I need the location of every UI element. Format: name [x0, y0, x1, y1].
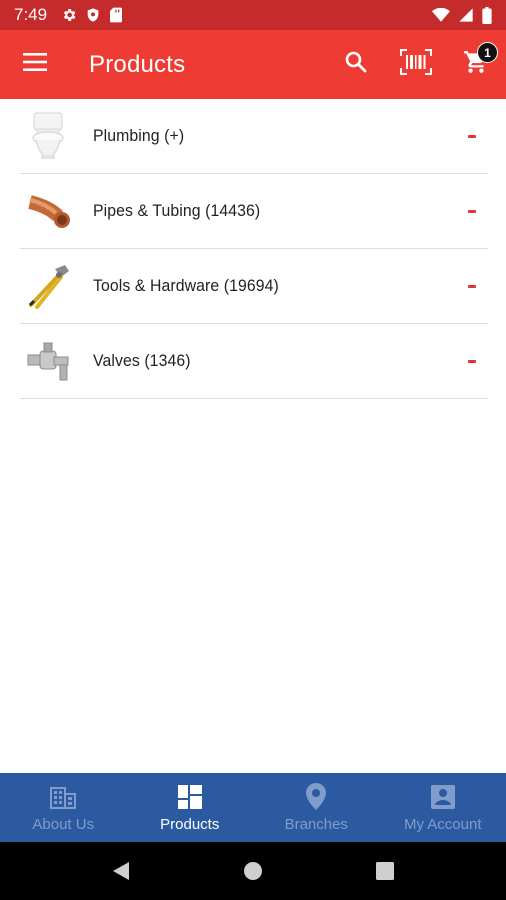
barcode-scan-icon: [400, 49, 432, 80]
menu-button[interactable]: [0, 30, 70, 99]
status-bar: 7:49: [0, 0, 506, 30]
location-pin-icon: [306, 783, 327, 811]
category-row-valves[interactable]: Valves (1346): [20, 324, 488, 399]
cart-button[interactable]: 1: [446, 30, 506, 99]
app-bar-actions: 1: [326, 30, 506, 99]
page-title: Products: [89, 50, 186, 78]
shield-icon: [85, 7, 101, 23]
nav-branches[interactable]: Branches: [253, 773, 380, 842]
account-box-icon: [430, 783, 455, 811]
chevron-right-icon: [468, 284, 476, 288]
pliers-thumbnail: [20, 258, 76, 314]
app-bar: Products 1: [0, 30, 506, 99]
nav-my-account[interactable]: My Account: [380, 773, 506, 842]
category-label: Tools & Hardware (19694): [93, 276, 279, 295]
sd-card-icon: [109, 7, 123, 23]
building-icon: [50, 783, 77, 811]
barcode-scan-button[interactable]: [386, 30, 446, 99]
status-right-icons: [432, 6, 492, 24]
signal-icon: [458, 7, 474, 23]
hamburger-icon: [23, 53, 47, 76]
dashboard-icon: [177, 783, 202, 811]
nav-label: Branches: [284, 815, 348, 833]
category-row-plumbing[interactable]: Plumbing (+): [20, 99, 488, 174]
nav-label: My Account: [403, 815, 482, 833]
cart-count-badge: 1: [477, 42, 498, 63]
back-icon[interactable]: [109, 859, 133, 883]
bottom-navigation: About Us Products Branches My Account: [0, 773, 506, 842]
chevron-right-icon: [468, 209, 476, 213]
nav-label: Products: [160, 815, 220, 833]
category-row-tools-hardware[interactable]: Tools & Hardware (19694): [20, 249, 488, 324]
category-row-pipes-tubing[interactable]: Pipes & Tubing (14436): [20, 174, 488, 249]
home-icon[interactable]: [241, 859, 265, 883]
recents-icon[interactable]: [373, 859, 397, 883]
category-label: Pipes & Tubing (14436): [93, 201, 261, 220]
search-button[interactable]: [326, 30, 386, 99]
status-left-icons: [61, 7, 123, 23]
nav-about-us[interactable]: About Us: [0, 773, 127, 842]
valve-thumbnail: [20, 333, 76, 389]
wifi-icon: [432, 8, 450, 22]
nav-label: About Us: [32, 815, 95, 833]
copper-elbow-thumbnail: [20, 183, 76, 239]
battery-icon: [482, 6, 492, 24]
gear-icon: [61, 7, 77, 23]
chevron-right-icon: [468, 134, 476, 138]
category-label: Valves (1346): [93, 351, 191, 370]
search-icon: [344, 50, 368, 79]
chevron-right-icon: [468, 359, 476, 363]
category-label: Plumbing (+): [93, 126, 185, 145]
nav-products[interactable]: Products: [127, 773, 254, 842]
category-list: Plumbing (+) Pipes & Tubing (14436) Tool…: [20, 99, 488, 399]
status-time: 7:49: [14, 5, 48, 24]
toilet-thumbnail: [20, 108, 76, 164]
system-navigation-bar: [0, 842, 506, 900]
